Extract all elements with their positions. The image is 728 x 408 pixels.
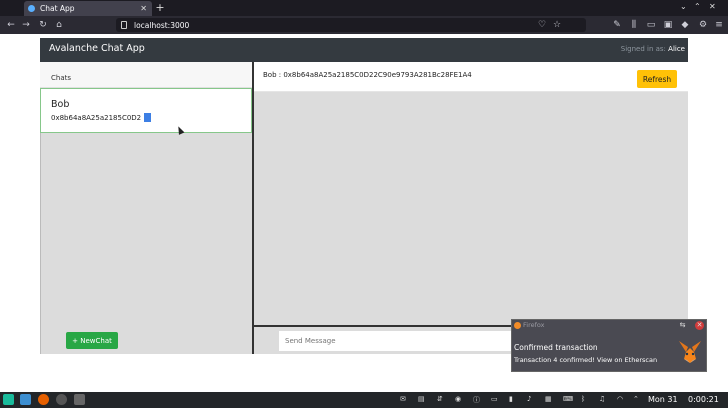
metamask-extension-icon[interactable]: ◆ <box>679 18 691 32</box>
notification-app-name: Firefox <box>523 321 545 329</box>
monitor-tray-icon[interactable]: ▭ <box>491 395 498 403</box>
message-area <box>254 92 688 325</box>
screen: Chat App ✕ + ⌄ ⌃ ✕ ← → ↻ ⌂ localhost:300… <box>0 0 728 408</box>
tools-icon[interactable]: ✎ <box>611 18 623 32</box>
signed-in-label: Signed in as: <box>620 45 666 53</box>
firefox-taskbar-icon[interactable] <box>38 394 49 405</box>
taskbar-time[interactable]: 0:00:21 <box>688 395 719 404</box>
obs-icon[interactable] <box>56 394 67 405</box>
text-selection-highlight <box>144 113 151 122</box>
url-text: localhost:3000 <box>134 20 190 30</box>
app-launcher-icon[interactable] <box>3 394 14 405</box>
extension-icon[interactable]: ▣ <box>662 18 674 32</box>
clipboard-tray-icon[interactable]: ▤ <box>418 395 425 403</box>
address-bar[interactable]: localhost:3000 <box>116 18 586 32</box>
new-chat-button[interactable]: + NewChat <box>66 332 118 349</box>
puzzle-icon[interactable]: ⚙ <box>697 18 709 32</box>
firefox-icon <box>514 322 521 329</box>
network-tray-icon[interactable]: ⇵ <box>437 395 443 403</box>
mail-tray-icon[interactable]: ✉ <box>400 395 406 403</box>
notification-settings-icon[interactable]: ⇆ <box>678 321 687 330</box>
pocket-icon[interactable]: ♡ <box>536 18 548 32</box>
notification-body[interactable]: Transaction 4 confirmed! View on Ethersc… <box>514 356 657 364</box>
record-tray-icon[interactable]: ◉ <box>455 395 461 403</box>
close-window-icon[interactable]: ✕ <box>709 2 716 11</box>
notification-close-icon[interactable]: ✕ <box>695 321 704 330</box>
conversation-title: Bob : 0x8b64a8A25a2185C0D22C90e9793A281B… <box>263 71 472 79</box>
maximize-icon[interactable]: ⌃ <box>694 2 701 11</box>
bookmark-star-icon[interactable]: ☆ <box>551 18 563 32</box>
app-brand[interactable]: Avalanche Chat App <box>49 43 145 54</box>
close-tab-icon[interactable]: ✕ <box>140 4 147 13</box>
expand-tray-icon[interactable]: ⌃ <box>633 395 639 403</box>
plus-icon: + <box>155 1 165 14</box>
forward-icon[interactable]: → <box>20 18 32 32</box>
back-icon[interactable]: ← <box>5 18 17 32</box>
terminal-icon[interactable] <box>74 394 85 405</box>
chat-contact-name: Bob <box>51 99 70 110</box>
refresh-button[interactable]: Refresh <box>637 70 677 88</box>
bluetooth-tray-icon[interactable]: ᛒ <box>581 395 585 403</box>
microphone-tray-icon[interactable]: ♪ <box>527 395 531 403</box>
chat-list-item[interactable] <box>40 88 252 133</box>
message-input[interactable] <box>279 331 529 351</box>
tab-title: Chat App <box>40 4 75 13</box>
taskbar-date[interactable]: Mon 31 <box>648 395 678 404</box>
keyboard-tray-icon[interactable]: ⌨ <box>563 395 573 403</box>
chats-header: Chats <box>40 62 252 88</box>
page-icon <box>121 21 127 29</box>
signed-in-user: Alice <box>668 45 685 53</box>
minimize-icon[interactable]: ⌄ <box>680 2 687 11</box>
sidebar-icon[interactable]: ▭ <box>645 18 657 32</box>
reload-icon[interactable]: ↻ <box>37 18 49 32</box>
menu-icon[interactable]: ≡ <box>713 18 725 32</box>
battery-tray-icon[interactable]: ▮ <box>509 395 513 403</box>
chat-contact-address: 0x8b64a8A25a2185C0D2 <box>51 114 142 122</box>
home-icon[interactable]: ⌂ <box>53 18 65 32</box>
library-icon[interactable]: ⫼ <box>628 18 640 32</box>
folder-tray-icon[interactable]: ▦ <box>545 395 552 403</box>
browser-tab[interactable]: Chat App ✕ <box>24 1 152 16</box>
volume-tray-icon[interactable]: ♫ <box>599 395 605 403</box>
new-tab-button[interactable]: + <box>154 1 166 15</box>
wifi-tray-icon[interactable]: ◠ <box>617 395 623 403</box>
notification-title: Confirmed transaction <box>514 343 598 352</box>
react-favicon-icon <box>28 5 35 12</box>
file-manager-icon[interactable] <box>20 394 31 405</box>
info-tray-icon[interactable]: ⓘ <box>473 395 480 405</box>
signed-in-status: Signed in as: Alice <box>621 45 685 53</box>
metamask-fox-icon <box>679 341 701 363</box>
